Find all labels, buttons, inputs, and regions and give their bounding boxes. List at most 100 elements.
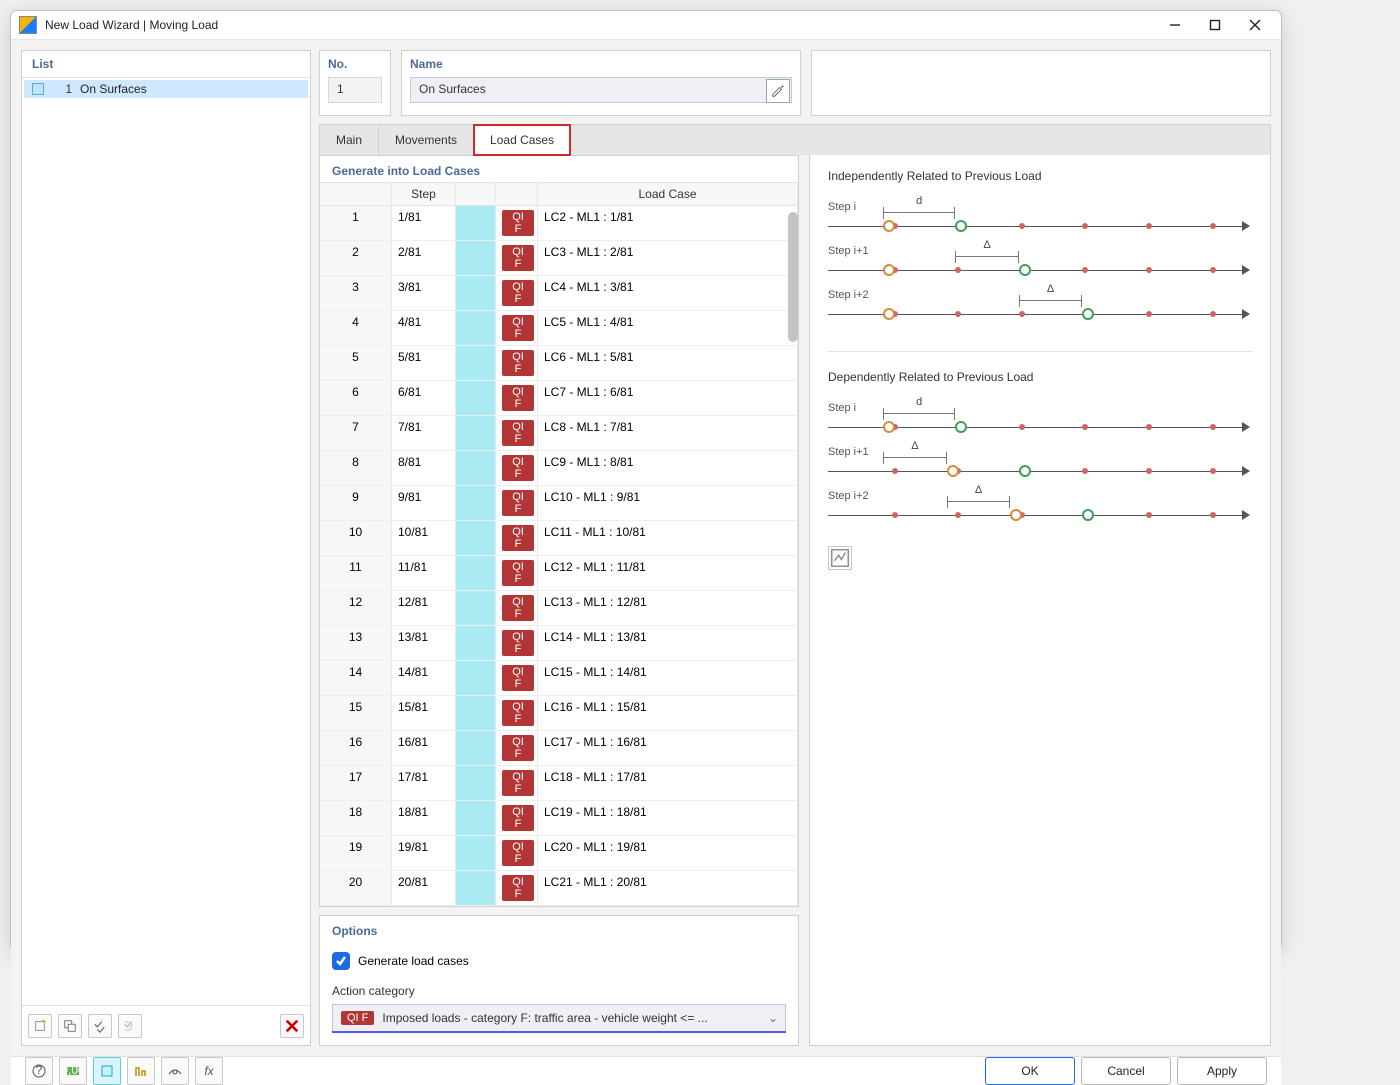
table-row[interactable]: 1313/81QI FLC14 - ML1 : 13/81: [320, 626, 798, 661]
row-step: 7/81: [392, 416, 456, 450]
col-header-loadcase: Load Case: [538, 183, 798, 205]
row-loadcase: LC8 - ML1 : 7/81: [538, 416, 798, 450]
row-step: 8/81: [392, 451, 456, 485]
units-button[interactable]: 0,00: [59, 1057, 87, 1085]
scrollbar-thumb[interactable]: [788, 212, 798, 342]
preview-button[interactable]: [161, 1057, 189, 1085]
list-item-icon: [32, 83, 44, 95]
table-row[interactable]: 1818/81QI FLC19 - ML1 : 18/81: [320, 801, 798, 836]
diagram-axis: Δ: [828, 261, 1252, 279]
row-color-cell: [456, 486, 496, 520]
action-category-label: Action category: [332, 984, 786, 998]
row-step: 14/81: [392, 661, 456, 695]
row-category: QI F: [496, 276, 538, 310]
row-category: QI F: [496, 381, 538, 415]
edit-name-button[interactable]: [766, 79, 790, 103]
table-row[interactable]: 1616/81QI FLC17 - ML1 : 16/81: [320, 731, 798, 766]
cancel-button[interactable]: Cancel: [1081, 1057, 1171, 1085]
table-row[interactable]: 22/81QI FLC3 - ML1 : 2/81: [320, 241, 798, 276]
row-index: 8: [320, 451, 392, 485]
ok-button[interactable]: OK: [985, 1057, 1075, 1085]
table-row[interactable]: 1414/81QI FLC15 - ML1 : 14/81: [320, 661, 798, 696]
table-row[interactable]: 1010/81QI FLC11 - ML1 : 10/81: [320, 521, 798, 556]
select-underline: [332, 1031, 786, 1033]
table-row[interactable]: 1919/81QI FLC20 - ML1 : 19/81: [320, 836, 798, 871]
row-index: 12: [320, 591, 392, 625]
uncheck-all-button[interactable]: [118, 1014, 142, 1038]
help-button[interactable]: ?: [25, 1057, 53, 1085]
list-item-label: On Surfaces: [80, 82, 147, 96]
titlebar: New Load Wizard | Moving Load: [11, 11, 1281, 40]
close-button[interactable]: [1235, 11, 1275, 39]
row-step: 1/81: [392, 206, 456, 240]
row-index: 5: [320, 346, 392, 380]
delete-item-button[interactable]: [280, 1014, 304, 1038]
table-row[interactable]: 1515/81QI FLC16 - ML1 : 15/81: [320, 696, 798, 731]
diagram-axis: Δ: [828, 506, 1252, 524]
structure-button[interactable]: [127, 1057, 155, 1085]
row-color-cell: [456, 836, 496, 870]
check-all-button[interactable]: [88, 1014, 112, 1038]
loadcase-table[interactable]: Step Load Case 11/81QI FLC2 - ML1 : 1/81…: [320, 182, 798, 906]
color-toggle-button[interactable]: [93, 1057, 121, 1085]
apply-button[interactable]: Apply: [1177, 1057, 1267, 1085]
diagram-tool-button[interactable]: [828, 546, 852, 570]
tab-main[interactable]: Main: [320, 125, 379, 155]
new-item-button[interactable]: [28, 1014, 52, 1038]
row-loadcase: LC2 - ML1 : 1/81: [538, 206, 798, 240]
table-row[interactable]: 11/81QI FLC2 - ML1 : 1/81: [320, 206, 798, 241]
row-step: 10/81: [392, 521, 456, 555]
row-step: 12/81: [392, 591, 456, 625]
list-header: List: [22, 51, 310, 78]
row-loadcase: LC7 - ML1 : 6/81: [538, 381, 798, 415]
row-category: QI F: [496, 206, 538, 240]
name-field-box: Name On Surfaces: [401, 50, 801, 116]
row-index: 19: [320, 836, 392, 870]
diagram-axis: d: [828, 217, 1252, 235]
table-row[interactable]: 1212/81QI FLC13 - ML1 : 12/81: [320, 591, 798, 626]
row-category: QI F: [496, 801, 538, 835]
tab-movements[interactable]: Movements: [379, 125, 474, 155]
col-header-index: [320, 183, 392, 205]
app-icon: [19, 16, 37, 34]
maximize-button[interactable]: [1195, 11, 1235, 39]
row-category: QI F: [496, 556, 538, 590]
row-loadcase: LC16 - ML1 : 15/81: [538, 696, 798, 730]
window-title: New Load Wizard | Moving Load: [45, 18, 1155, 32]
row-category: QI F: [496, 346, 538, 380]
table-row[interactable]: 55/81QI FLC6 - ML1 : 5/81: [320, 346, 798, 381]
row-category: QI F: [496, 311, 538, 345]
table-row[interactable]: 99/81QI FLC10 - ML1 : 9/81: [320, 486, 798, 521]
tab-load-cases[interactable]: Load Cases: [473, 124, 571, 156]
row-loadcase: LC5 - ML1 : 4/81: [538, 311, 798, 345]
action-category-select[interactable]: QI F Imposed loads - category F: traffic…: [332, 1004, 786, 1032]
table-row[interactable]: 77/81QI FLC8 - ML1 : 7/81: [320, 416, 798, 451]
row-category: QI F: [496, 451, 538, 485]
row-index: 4: [320, 311, 392, 345]
row-index: 18: [320, 801, 392, 835]
table-row[interactable]: 2020/81QI FLC21 - ML1 : 20/81: [320, 871, 798, 906]
copy-item-button[interactable]: [58, 1014, 82, 1038]
list-item[interactable]: 1 On Surfaces: [24, 80, 308, 98]
row-step: 11/81: [392, 556, 456, 590]
formula-button[interactable]: fx: [195, 1057, 223, 1085]
row-loadcase: LC9 - ML1 : 8/81: [538, 451, 798, 485]
generate-load-cases-checkbox[interactable]: [332, 952, 350, 970]
table-row[interactable]: 44/81 QI FLC5 - ML1 : 4/81: [320, 311, 798, 346]
minimize-button[interactable]: [1155, 11, 1195, 39]
row-category: QI F: [496, 871, 538, 905]
table-row[interactable]: 88/81 QI FLC9 - ML1 : 8/81: [320, 451, 798, 486]
row-step: 3/81: [392, 276, 456, 310]
row-index: 2: [320, 241, 392, 275]
table-row[interactable]: 1111/81QI FLC12 - ML1 : 11/81: [320, 556, 798, 591]
table-row[interactable]: 66/81QI FLC7 - ML1 : 6/81: [320, 381, 798, 416]
name-input[interactable]: On Surfaces: [410, 77, 792, 103]
dep-title: Dependently Related to Previous Load: [828, 370, 1252, 384]
table-row[interactable]: 1717/81QI FLC18 - ML1 : 17/81: [320, 766, 798, 801]
row-step: 4/81: [392, 311, 456, 345]
no-input[interactable]: 1: [328, 77, 382, 103]
row-category: QI F: [496, 836, 538, 870]
row-loadcase: LC12 - ML1 : 11/81: [538, 556, 798, 590]
table-row[interactable]: 33/81QI FLC4 - ML1 : 3/81: [320, 276, 798, 311]
row-color-cell: [456, 206, 496, 240]
